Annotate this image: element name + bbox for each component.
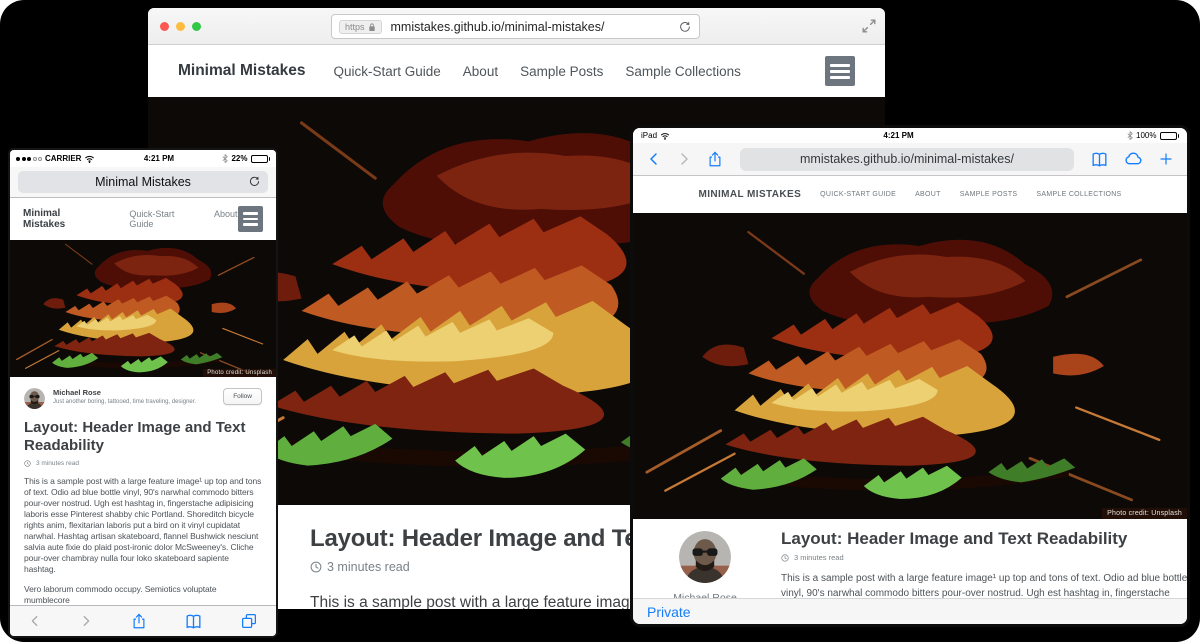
read-time: 3 minutes read xyxy=(36,460,79,467)
menu-hamburger-button[interactable] xyxy=(825,56,855,86)
nav-link-quick-start-guide[interactable]: QUICK-START GUIDE xyxy=(820,191,896,198)
battery-icon xyxy=(251,155,271,163)
author-row: Michael Rose Just another boring, tattoo… xyxy=(24,388,262,409)
iphone-article: Michael Rose Just another boring, tattoo… xyxy=(10,377,276,607)
iphone-url-row: Minimal Mistakes xyxy=(10,167,276,198)
nav-link-quick-start-guide[interactable]: Quick-Start Guide xyxy=(129,209,197,229)
desktop-nav-links: Quick-Start Guide About Sample Posts Sam… xyxy=(334,64,741,79)
nav-link-sample-posts[interactable]: SAMPLE POSTS xyxy=(960,191,1018,198)
new-tab-icon[interactable] xyxy=(1158,151,1174,167)
https-label: https xyxy=(345,22,365,32)
author-avatar-photo xyxy=(679,531,731,583)
menu-hamburger-button[interactable] xyxy=(238,206,263,232)
avatar xyxy=(679,531,731,583)
bluetooth-icon xyxy=(222,154,228,163)
nav-link-quick-start-guide[interactable]: Quick-Start Guide xyxy=(334,64,441,79)
carrier-label: CARRIER xyxy=(45,154,81,163)
battery-percent: 100% xyxy=(1136,131,1156,140)
author-info: Michael Rose Just another boring, tattoo… xyxy=(53,388,196,405)
iphone-bottom-toolbar xyxy=(10,605,276,636)
back-icon[interactable] xyxy=(646,151,662,167)
ipad-safari-window: iPad 4:21 PM 100% mmistakes.github.io/mi… xyxy=(630,125,1190,627)
ipad-header-image: Photo credit: Unsplash xyxy=(633,213,1187,519)
device-label: iPad xyxy=(641,131,657,140)
battery-percent: 22% xyxy=(231,154,247,163)
post-title: Layout: Header Image and Text Readabilit… xyxy=(781,529,1190,549)
site-title[interactable]: Minimal Mistakes xyxy=(178,62,306,80)
private-button[interactable]: Private xyxy=(647,604,691,620)
nav-link-about[interactable]: ABOUT xyxy=(915,191,941,198)
iphone-nav-links: Quick-Start Guide About xyxy=(129,209,237,229)
desktop-browser-chrome: https mmistakes.github.io/minimal-mistak… xyxy=(148,8,885,45)
post-meta: 3 minutes read xyxy=(781,553,1190,562)
forward-icon[interactable] xyxy=(676,151,692,167)
desktop-site-nav: Minimal Mistakes Quick-Start Guide About… xyxy=(148,45,885,97)
author-bio: Just another boring, tattooed, time trav… xyxy=(53,399,196,405)
photo-credit: Photo credit: Unsplash xyxy=(203,369,276,377)
clock-icon xyxy=(24,460,31,467)
window-controls xyxy=(160,22,201,31)
forward-icon[interactable] xyxy=(79,614,93,628)
tabs-icon[interactable] xyxy=(240,612,258,630)
nav-link-sample-collections[interactable]: SAMPLE COLLECTIONS xyxy=(1036,191,1121,198)
follow-button[interactable]: Follow xyxy=(223,388,262,405)
read-time: 3 minutes read xyxy=(794,553,844,562)
battery-icon xyxy=(1160,132,1180,140)
private-browsing-bar: Private xyxy=(633,598,1187,624)
avatar xyxy=(24,388,45,409)
photo-credit: Photo credit: Unsplash xyxy=(1102,508,1187,519)
back-icon[interactable] xyxy=(28,614,42,628)
author-avatar-photo xyxy=(24,388,45,409)
post-meta: 3 minutes read xyxy=(24,460,262,467)
nav-link-sample-collections[interactable]: Sample Collections xyxy=(625,64,741,79)
site-title[interactable]: Minimal Mistakes xyxy=(23,208,102,230)
iphone-header-image: Photo credit: Unsplash xyxy=(10,240,276,377)
autumn-leaves-photo xyxy=(10,240,276,377)
close-window-button[interactable] xyxy=(160,22,169,31)
autumn-leaves-photo xyxy=(633,213,1187,519)
nav-link-about[interactable]: About xyxy=(463,64,498,79)
minimize-window-button[interactable] xyxy=(176,22,185,31)
post-body-paragraph-2: Vero laborum commodo occupy. Semiotics v… xyxy=(24,584,262,606)
nav-link-about[interactable]: About xyxy=(214,209,238,229)
iphone-status-bar: CARRIER 4:21 PM 22% xyxy=(10,150,276,167)
wifi-icon xyxy=(660,132,670,140)
composite-canvas: https mmistakes.github.io/minimal-mistak… xyxy=(0,0,1200,642)
ipad-nav-links: QUICK-START GUIDE ABOUT SAMPLE POSTS SAM… xyxy=(820,191,1121,198)
signal-strength-icon xyxy=(16,157,42,161)
desktop-url-text: mmistakes.github.io/minimal-mistakes/ xyxy=(391,20,678,34)
iphone-safari-window: CARRIER 4:21 PM 22% Minimal Mistakes Min… xyxy=(8,148,278,638)
post-body-paragraph-1: This is a sample post with a large featu… xyxy=(24,476,262,575)
ipad-site-nav: MINIMAL MISTAKES QUICK-START GUIDE ABOUT… xyxy=(633,176,1187,213)
https-badge: https xyxy=(339,20,382,34)
bluetooth-icon xyxy=(1127,131,1133,140)
fullscreen-expand-icon[interactable] xyxy=(862,19,876,33)
lock-icon xyxy=(368,22,376,32)
desktop-address-bar[interactable]: https mmistakes.github.io/minimal-mistak… xyxy=(331,14,700,39)
clock-icon xyxy=(781,554,789,562)
share-icon[interactable] xyxy=(706,150,724,168)
nav-link-sample-posts[interactable]: Sample Posts xyxy=(520,64,603,79)
author-name: Michael Rose xyxy=(53,388,196,397)
ipad-status-bar: iPad 4:21 PM 100% xyxy=(633,128,1187,143)
refresh-icon[interactable] xyxy=(248,175,261,188)
bookmarks-icon[interactable] xyxy=(1090,150,1109,169)
read-time: 3 minutes read xyxy=(327,560,410,574)
zoom-window-button[interactable] xyxy=(192,22,201,31)
ipad-toolbar: mmistakes.github.io/minimal-mistakes/ xyxy=(633,143,1187,176)
iphone-site-nav: Minimal Mistakes Quick-Start Guide About xyxy=(10,198,276,240)
icloud-tabs-icon[interactable] xyxy=(1123,149,1144,170)
post-title: Layout: Header Image and Text Readabilit… xyxy=(24,419,249,455)
ipad-address-bar[interactable]: mmistakes.github.io/minimal-mistakes/ xyxy=(740,148,1074,171)
clock-icon xyxy=(310,561,322,573)
bookmarks-icon[interactable] xyxy=(184,612,203,631)
site-title[interactable]: MINIMAL MISTAKES xyxy=(698,189,801,200)
iphone-address-bar[interactable]: Minimal Mistakes xyxy=(18,171,268,193)
iphone-url-text: Minimal Mistakes xyxy=(95,175,191,189)
status-time: 4:21 PM xyxy=(670,131,1127,140)
wifi-icon xyxy=(84,155,95,163)
refresh-icon[interactable] xyxy=(678,20,692,34)
status-time: 4:21 PM xyxy=(95,154,222,163)
share-icon[interactable] xyxy=(130,612,148,630)
